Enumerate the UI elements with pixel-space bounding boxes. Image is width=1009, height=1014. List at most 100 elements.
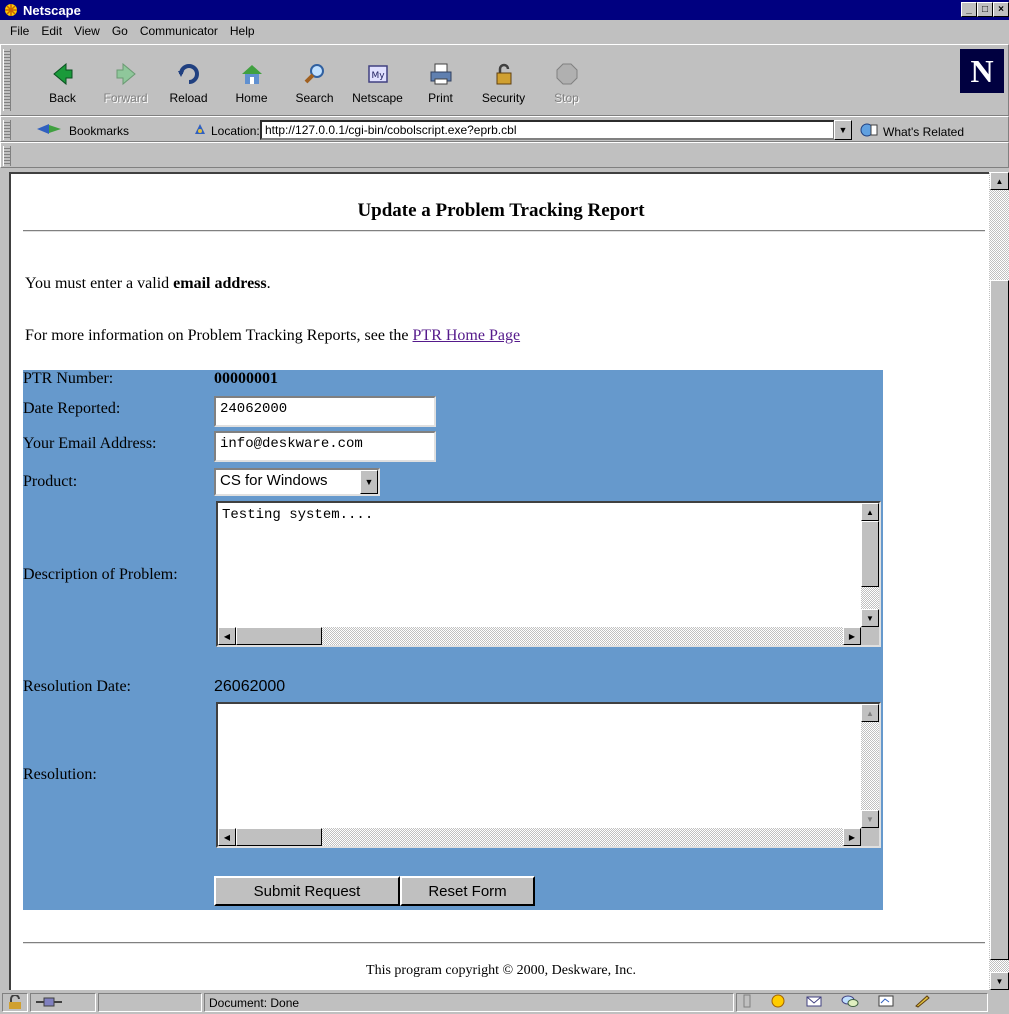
page-title: Update a Problem Tracking Report: [357, 200, 645, 221]
status-text: Document: Done: [204, 993, 734, 1012]
close-button[interactable]: ×: [993, 2, 1009, 17]
description-text: Testing system....: [222, 507, 374, 523]
connection-status-icon: [30, 993, 96, 1012]
back-arrow-icon: [50, 61, 76, 87]
resolution-label: Resolution:: [23, 766, 97, 783]
description-scroll-corner: [861, 627, 879, 645]
forward-button[interactable]: Forward: [94, 51, 157, 111]
home-button[interactable]: Home: [220, 51, 283, 111]
title-bar: Netscape _ □ ×: [0, 0, 1009, 20]
info-text: For more information on Problem Tracking…: [25, 327, 520, 345]
email-label: Your Email Address:: [23, 435, 157, 452]
netscape-app-icon: [3, 2, 19, 18]
security-status-icon[interactable]: [2, 993, 28, 1012]
resolution-hscroll-thumb[interactable]: [236, 828, 322, 846]
discussions-icon[interactable]: [841, 994, 859, 1011]
menu-help[interactable]: Help: [224, 24, 261, 38]
email-field[interactable]: info@deskware.com: [214, 431, 436, 462]
menu-edit[interactable]: Edit: [35, 24, 68, 38]
navigator-icon[interactable]: [769, 994, 787, 1011]
reset-form-button[interactable]: Reset Form: [400, 876, 535, 906]
description-textarea[interactable]: Testing system.... ▲ ▼ ◀ ▶: [216, 501, 881, 647]
reload-icon: [176, 61, 202, 87]
maximize-button[interactable]: □: [977, 2, 993, 17]
resolution-vertical-scrollbar[interactable]: ▲ ▼: [861, 704, 879, 828]
progress-bar: [98, 993, 202, 1012]
date-reported-field[interactable]: 24062000: [214, 396, 436, 427]
location-icon[interactable]: [193, 122, 207, 139]
ptr-home-page-link[interactable]: PTR Home Page: [413, 327, 521, 344]
pen-icon[interactable]: [913, 994, 931, 1011]
whats-related-button[interactable]: What's Related: [859, 122, 964, 141]
product-dropdown-arrow[interactable]: ▼: [360, 470, 378, 494]
product-select[interactable]: CS for Windows ▼: [214, 468, 380, 496]
page-vertical-scrollbar[interactable]: ▲ ▼: [989, 172, 1009, 990]
netscape-logo[interactable]: N: [960, 49, 1004, 93]
top-divider: [23, 230, 985, 232]
location-grip[interactable]: [3, 120, 11, 140]
menu-communicator[interactable]: Communicator: [134, 24, 224, 38]
mail-icon[interactable]: [805, 994, 823, 1011]
component-bar-grip-icon[interactable]: [743, 994, 751, 1011]
scroll-down-arrow-icon[interactable]: ▼: [861, 810, 879, 828]
whats-related-label: What's Related: [883, 124, 964, 139]
window-title: Netscape: [23, 2, 81, 18]
print-button[interactable]: Print: [409, 51, 472, 111]
scroll-right-arrow-icon[interactable]: ▶: [843, 627, 861, 645]
toolbar-grip[interactable]: [3, 49, 11, 111]
ptr-number-label: PTR Number:: [23, 370, 114, 387]
menu-file[interactable]: File: [4, 24, 35, 38]
scroll-left-arrow-icon[interactable]: ◀: [218, 627, 236, 645]
validation-message: You must enter a valid email address.: [25, 275, 271, 293]
menu-go[interactable]: Go: [106, 24, 134, 38]
security-button[interactable]: Security: [472, 51, 535, 111]
description-vscroll-thumb[interactable]: [861, 521, 879, 587]
info-text-prefix: For more information on Problem Tracking…: [25, 327, 413, 344]
svg-text:My: My: [371, 71, 385, 81]
composer-icon[interactable]: [877, 994, 895, 1011]
forward-arrow-icon: [113, 61, 139, 87]
resolution-date-label: Resolution Date:: [23, 678, 131, 695]
netscape-button[interactable]: My Netscape: [346, 51, 409, 111]
back-button[interactable]: Back: [31, 51, 94, 111]
description-hscroll-thumb[interactable]: [236, 627, 322, 645]
scroll-up-arrow-icon[interactable]: ▲: [861, 503, 879, 521]
stop-button[interactable]: Stop: [535, 51, 598, 111]
component-bar: [736, 993, 988, 1012]
description-vertical-scrollbar[interactable]: ▲ ▼: [861, 503, 879, 627]
netscape-icon: My: [365, 61, 391, 87]
page-scroll-down-arrow-icon[interactable]: ▼: [990, 972, 1009, 990]
navigation-toolbar: Back Forward Reload Home Search My Netsc…: [0, 44, 1009, 116]
scroll-down-arrow-icon[interactable]: ▼: [861, 609, 879, 627]
page-scroll-up-arrow-icon[interactable]: ▲: [990, 172, 1009, 190]
resolution-textarea[interactable]: ▲ ▼ ◀ ▶: [216, 702, 881, 848]
reload-button[interactable]: Reload: [157, 51, 220, 111]
submit-request-button[interactable]: Submit Request: [214, 876, 400, 906]
ptr-number-value: 00000001: [214, 370, 278, 387]
scroll-left-arrow-icon[interactable]: ◀: [218, 828, 236, 846]
personal-toolbar-grip[interactable]: [3, 146, 11, 166]
stop-icon: [554, 61, 580, 87]
whats-related-icon: [859, 122, 879, 141]
menu-view[interactable]: View: [68, 24, 106, 38]
search-button[interactable]: Search: [283, 51, 346, 111]
bookmarks-button[interactable]: Bookmarks: [35, 121, 129, 140]
scroll-right-arrow-icon[interactable]: ▶: [843, 828, 861, 846]
resolution-scroll-corner: [861, 828, 879, 846]
resolution-horizontal-scrollbar[interactable]: ◀ ▶: [218, 828, 861, 846]
product-select-value: CS for Windows: [220, 472, 328, 489]
validation-message-emphasis: email address: [173, 275, 267, 292]
page-scroll-thumb[interactable]: [990, 280, 1009, 960]
description-horizontal-scrollbar[interactable]: ◀ ▶: [218, 627, 861, 645]
copyright-text: This program copyright © 2000, Deskware,…: [366, 963, 636, 978]
scroll-up-arrow-icon[interactable]: ▲: [861, 704, 879, 722]
location-toolbar: Bookmarks Location: http://127.0.0.1/cgi…: [0, 116, 1009, 142]
url-history-dropdown[interactable]: ▼: [834, 120, 852, 140]
validation-message-end: .: [266, 275, 271, 292]
minimize-button[interactable]: _: [961, 2, 977, 17]
home-icon: [239, 61, 265, 87]
product-label: Product:: [23, 473, 78, 490]
bottom-divider: [23, 942, 985, 944]
menu-bar: File Edit View Go Communicator Help: [0, 20, 1009, 42]
url-input[interactable]: http://127.0.0.1/cgi-bin/cobolscript.exe…: [260, 120, 835, 140]
